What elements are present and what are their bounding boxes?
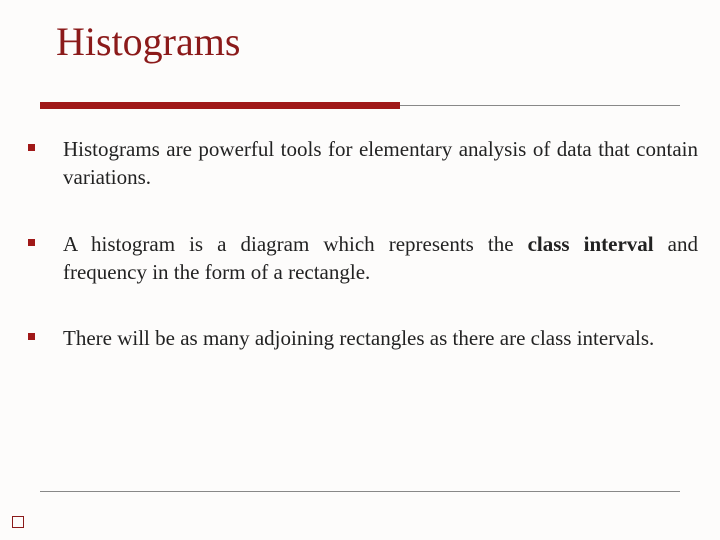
bullet-marker bbox=[28, 239, 35, 246]
bottom-divider bbox=[40, 491, 680, 492]
corner-box-icon bbox=[12, 516, 24, 528]
bullet-marker bbox=[28, 333, 35, 340]
bullet-item: Histograms are powerful tools for elemen… bbox=[28, 135, 698, 192]
bullet-text: A histogram is a diagram which represent… bbox=[63, 230, 698, 287]
slide-title: Histograms bbox=[0, 0, 720, 65]
bullet-item: A histogram is a diagram which represent… bbox=[28, 230, 698, 287]
content-area: Histograms are powerful tools for elemen… bbox=[28, 135, 698, 391]
underline-thick bbox=[40, 102, 400, 109]
bullet-marker bbox=[28, 144, 35, 151]
underline-thin bbox=[400, 105, 680, 106]
bullet-item: There will be as many adjoining rectangl… bbox=[28, 324, 698, 352]
bullet-text: There will be as many adjoining rectangl… bbox=[63, 324, 698, 352]
title-underline bbox=[40, 102, 680, 112]
bullet-text: Histograms are powerful tools for elemen… bbox=[63, 135, 698, 192]
